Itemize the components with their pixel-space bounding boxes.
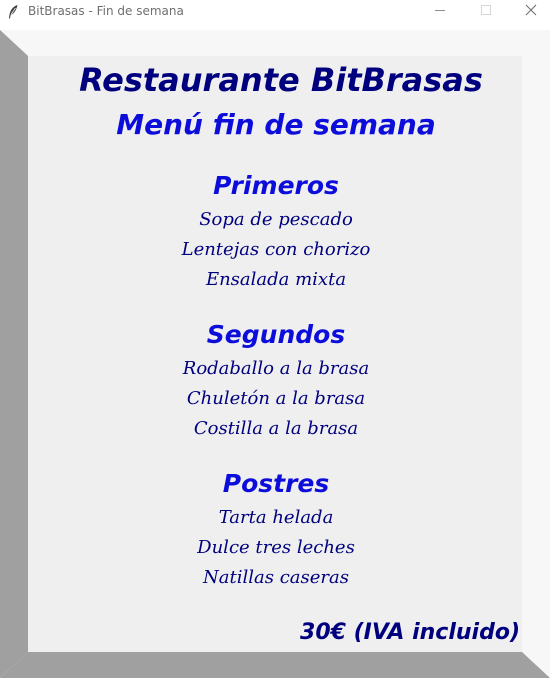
course-heading-postres: Postres — [222, 469, 330, 498]
dish-item: Chuletón a la brasa — [186, 388, 366, 409]
restaurant-name: Restaurante BitBrasas — [79, 61, 483, 99]
dish-item: Sopa de pescado — [199, 209, 353, 230]
dish-item: Dulce tres leches — [197, 537, 355, 558]
close-icon — [525, 4, 537, 16]
window-title: BitBrasas - Fin de semana — [28, 4, 184, 18]
maximize-button[interactable] — [463, 0, 509, 24]
minimize-button[interactable] — [417, 0, 463, 24]
dish-item: Tarta helada — [218, 507, 334, 528]
title-bar[interactable]: BitBrasas - Fin de semana — [0, 0, 550, 24]
dish-item: Costilla a la brasa — [193, 418, 359, 439]
course-heading-primeros: Primeros — [213, 171, 339, 200]
dish-item: Ensalada mixta — [205, 269, 347, 290]
menu-panel — [28, 56, 522, 652]
close-button[interactable] — [508, 0, 550, 24]
app-window: BitBrasas - Fin de semana Restaurante Bi… — [0, 0, 550, 678]
menu-subtitle: Menú fin de semana — [116, 108, 436, 141]
course-heading-segundos: Segundos — [206, 320, 346, 349]
feather-icon — [7, 4, 19, 20]
maximize-icon — [481, 5, 491, 15]
dish-item: Lentejas con chorizo — [181, 239, 371, 260]
menu-price: 30€ (IVA incluido) — [300, 620, 520, 645]
minimize-icon — [435, 10, 445, 11]
dish-item: Natillas caseras — [203, 567, 349, 588]
dish-item: Rodaballo a la brasa — [182, 358, 370, 379]
